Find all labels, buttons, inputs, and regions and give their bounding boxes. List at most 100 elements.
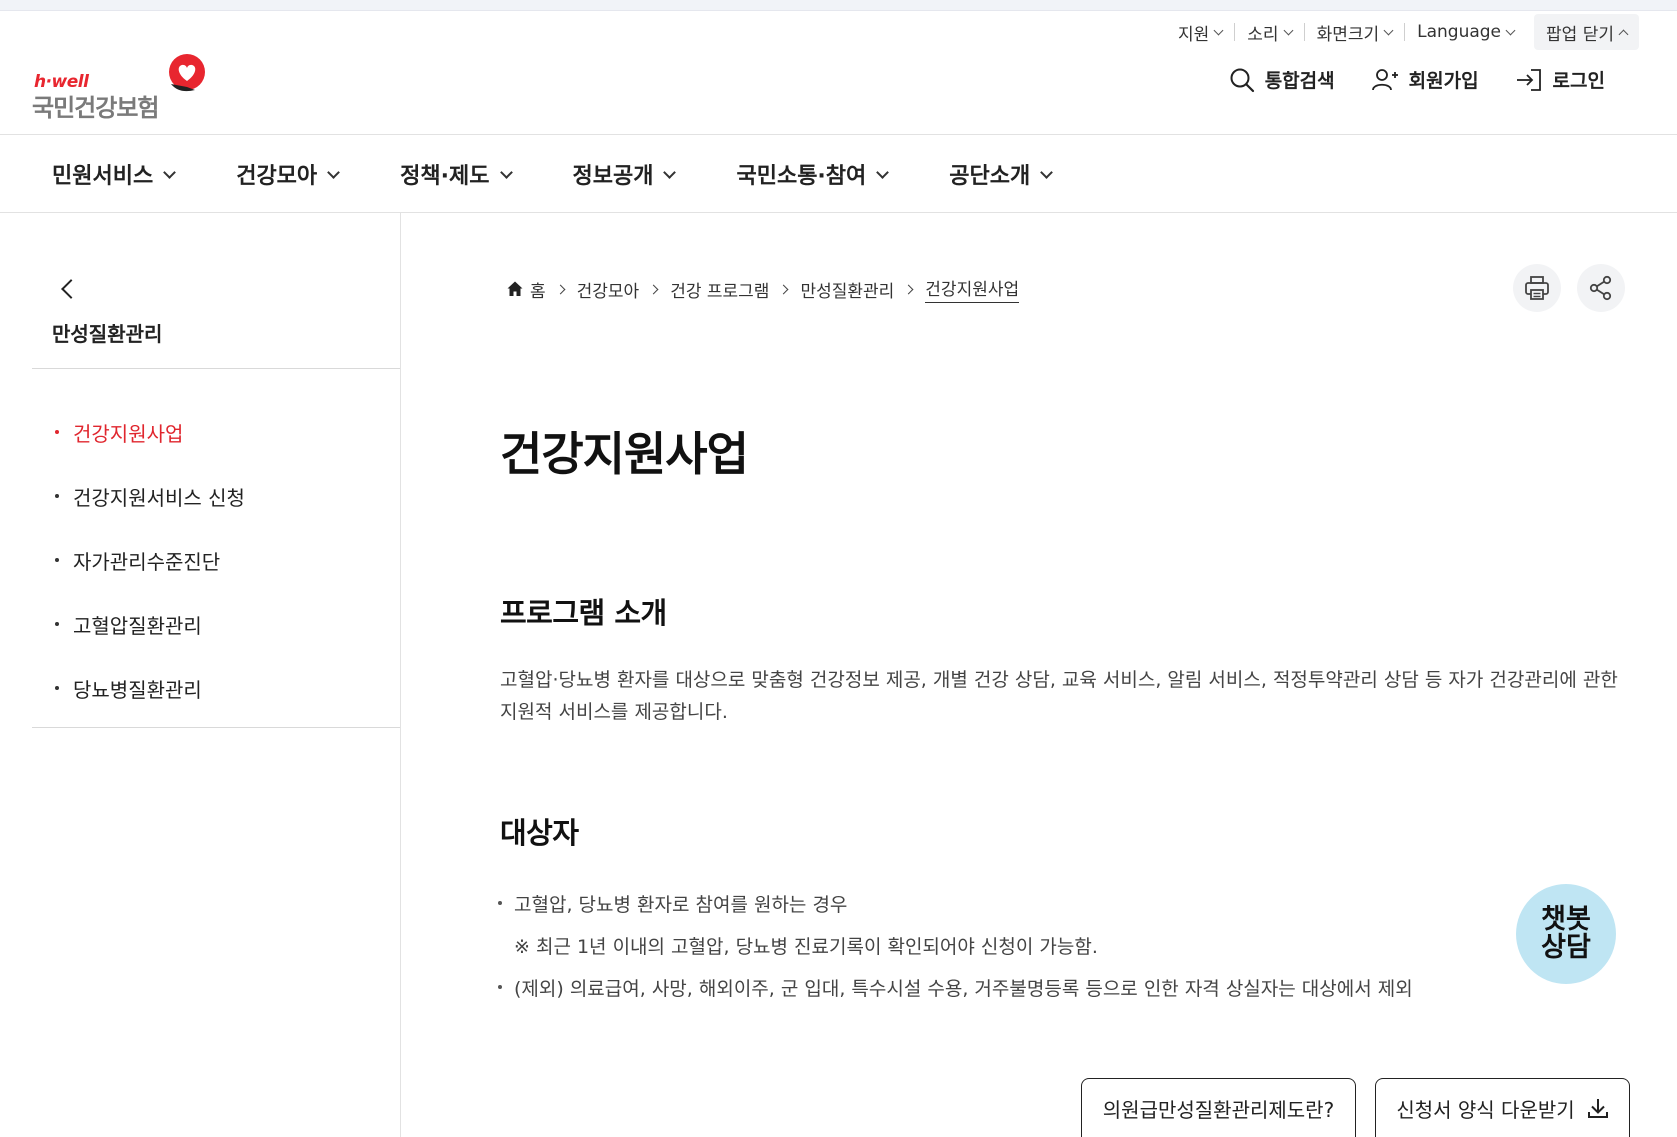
nav-divider — [0, 212, 1677, 213]
util-sound-label: 소리 — [1247, 24, 1279, 45]
gnb-label: 국민소통·참여 — [736, 164, 867, 189]
chevron-down-icon — [1283, 25, 1294, 35]
section-title-program: 프로그램 소개 — [500, 596, 667, 630]
search-button[interactable]: 통합검색 — [1229, 66, 1335, 93]
signup-label: 회원가입 — [1408, 70, 1479, 92]
gnb-item-health-moa[interactable]: 건강모아 — [236, 158, 341, 190]
gnb-item-disclosure[interactable]: 정보공개 — [572, 158, 677, 190]
sidebar-item-label: 건강지원사업 — [73, 421, 184, 446]
chevron-down-icon — [876, 165, 890, 179]
chevron-down-icon — [1505, 25, 1516, 35]
breadcrumb-item[interactable]: 건강 프로그램 — [670, 277, 769, 302]
bullet-dot — [55, 622, 59, 626]
popup-close-label: 팝업 닫기 — [1546, 24, 1614, 45]
sidebar-item-health-support[interactable]: 건강지원사업 — [52, 400, 245, 464]
sidebar-item-label: 건강지원서비스 신청 — [73, 485, 245, 510]
sidebar-item-hypertension[interactable]: 고혈압질환관리 — [52, 592, 245, 656]
chevron-down-icon — [1213, 25, 1224, 35]
sidebar-item-self-diagnosis[interactable]: 자가관리수준진단 — [52, 528, 245, 592]
gnb-item-civil-service[interactable]: 민원서비스 — [52, 158, 177, 190]
share-button[interactable] — [1577, 264, 1625, 312]
print-icon — [1525, 276, 1549, 300]
breadcrumb-home[interactable]: 홈 — [506, 277, 546, 302]
browser-top-strip — [0, 0, 1677, 11]
util-language-label: Language — [1417, 22, 1502, 42]
header-divider — [0, 134, 1677, 135]
util-sound[interactable]: 소리 — [1235, 16, 1303, 48]
sidebar-divider — [400, 213, 401, 1137]
chevron-down-icon — [327, 165, 341, 179]
chevron-right-icon — [903, 284, 914, 294]
breadcrumb-item[interactable]: 만성질환관리 — [800, 277, 894, 302]
user-plus-icon — [1371, 68, 1398, 90]
chevron-down-icon — [1383, 25, 1394, 35]
clinic-chronic-info-button[interactable]: 의원급만성질환관리제도란? — [1081, 1078, 1356, 1137]
chevron-right-icon — [648, 284, 659, 294]
gnb-label: 건강모아 — [236, 164, 318, 189]
util-support-label: 지원 — [1178, 24, 1210, 45]
target-bullet-1: 고혈압, 당뇨병 환자로 참여를 원하는 경우 — [514, 893, 848, 916]
chatbot-button[interactable]: 챗봇 상담 — [1516, 884, 1616, 984]
back-button[interactable] — [58, 276, 82, 300]
chevron-down-icon — [163, 165, 177, 179]
gnb-label: 정책·제도 — [400, 164, 490, 189]
list-item: (제외) 의료급여, 사망, 해외이주, 군 입대, 특수시설 수용, 거주불명… — [496, 966, 1413, 1008]
chevron-right-icon — [779, 284, 789, 294]
chevron-down-icon — [1040, 165, 1054, 179]
home-icon — [507, 281, 523, 296]
list-item: 고혈압, 당뇨병 환자로 참여를 원하는 경우 — [496, 882, 1413, 924]
login-button[interactable]: 로그인 — [1515, 66, 1605, 93]
section-title-target: 대상자 — [500, 816, 579, 850]
sidebar-item-service-apply[interactable]: 건강지원서비스 신청 — [52, 464, 245, 528]
logo-name: 국민건강보험 — [32, 94, 159, 122]
search-label: 통합검색 — [1264, 70, 1335, 92]
breadcrumb: 홈 건강모아 건강 프로그램 만성질환관리 건강지원사업 — [506, 275, 1020, 303]
heart-logo-icon — [169, 54, 205, 92]
login-label: 로그인 — [1552, 70, 1605, 92]
sidebar-item-label: 당뇨병질환관리 — [73, 677, 202, 702]
popup-close-button[interactable]: 팝업 닫기 — [1534, 14, 1639, 50]
sidebar-item-diabetes[interactable]: 당뇨병질환관리 — [52, 656, 245, 720]
gnb-item-about[interactable]: 공단소개 — [949, 158, 1054, 190]
target-note: ※ 최근 1년 이내의 고혈압, 당뇨병 진료기록이 확인되어야 신청이 가능함… — [514, 935, 1098, 958]
util-language[interactable]: Language — [1405, 16, 1526, 48]
sidebar-title: 만성질환관리 — [52, 322, 163, 346]
login-icon — [1516, 68, 1541, 91]
sidebar-divider-top — [32, 368, 400, 369]
global-navigation: 민원서비스 건강모아 정책·제도 정보공개 국민소통·참여 공단소개 — [52, 150, 1113, 198]
share-icon — [1589, 275, 1612, 301]
download-form-button[interactable]: 신청서 양식 다운받기 — [1375, 1078, 1630, 1137]
gnb-label: 정보공개 — [572, 164, 654, 189]
breadcrumb-item[interactable]: 건강모아 — [577, 277, 640, 302]
header-actions: 통합검색 회원가입 로그인 — [1229, 66, 1605, 93]
utility-bar: 지원 소리 화면크기 Language 팝업 닫기 — [1166, 14, 1639, 50]
download-icon — [1587, 1099, 1608, 1118]
sidebar-menu: 건강지원사업 건강지원서비스 신청 자가관리수준진단 고혈압질환관리 당뇨병질환… — [52, 400, 245, 720]
sidebar-item-label: 자가관리수준진단 — [73, 549, 221, 574]
util-support[interactable]: 지원 — [1166, 16, 1234, 48]
chevron-up-icon — [1618, 29, 1629, 39]
bullet-dot — [55, 558, 59, 562]
util-screen-size[interactable]: 화면크기 — [1305, 16, 1405, 48]
bullet-dot — [55, 686, 59, 690]
breadcrumb-current[interactable]: 건강지원사업 — [925, 275, 1020, 303]
gnb-item-policy[interactable]: 정책·제도 — [400, 158, 513, 190]
bullet-dot — [498, 901, 502, 905]
util-screen-size-label: 화면크기 — [1316, 24, 1380, 45]
site-logo[interactable]: h·well 국민건강보험 — [32, 54, 212, 122]
target-bullet-2: (제외) 의료급여, 사망, 해외이주, 군 입대, 특수시설 수용, 거주불명… — [514, 977, 1413, 1000]
gnb-item-participation[interactable]: 국민소통·참여 — [736, 158, 890, 190]
chevron-down-icon — [663, 165, 677, 179]
chatbot-label-line2: 상담 — [1541, 932, 1591, 963]
gnb-label: 공단소개 — [949, 164, 1031, 189]
sidebar-item-label: 고혈압질환관리 — [73, 613, 202, 638]
print-button[interactable] — [1513, 264, 1561, 312]
signup-button[interactable]: 회원가입 — [1371, 66, 1479, 93]
chevron-right-icon — [555, 284, 566, 294]
program-description: 고혈압·당뇨병 환자를 대상으로 맞춤형 건강정보 제공, 개별 건강 상담, … — [500, 669, 1618, 723]
bullet-dot — [498, 985, 502, 989]
chevron-down-icon — [499, 165, 513, 179]
download-form-label: 신청서 양식 다운받기 — [1396, 1097, 1575, 1122]
target-list: 고혈압, 당뇨병 환자로 참여를 원하는 경우 ※ 최근 1년 이내의 고혈압,… — [496, 882, 1413, 1008]
bullet-dot — [55, 430, 59, 434]
